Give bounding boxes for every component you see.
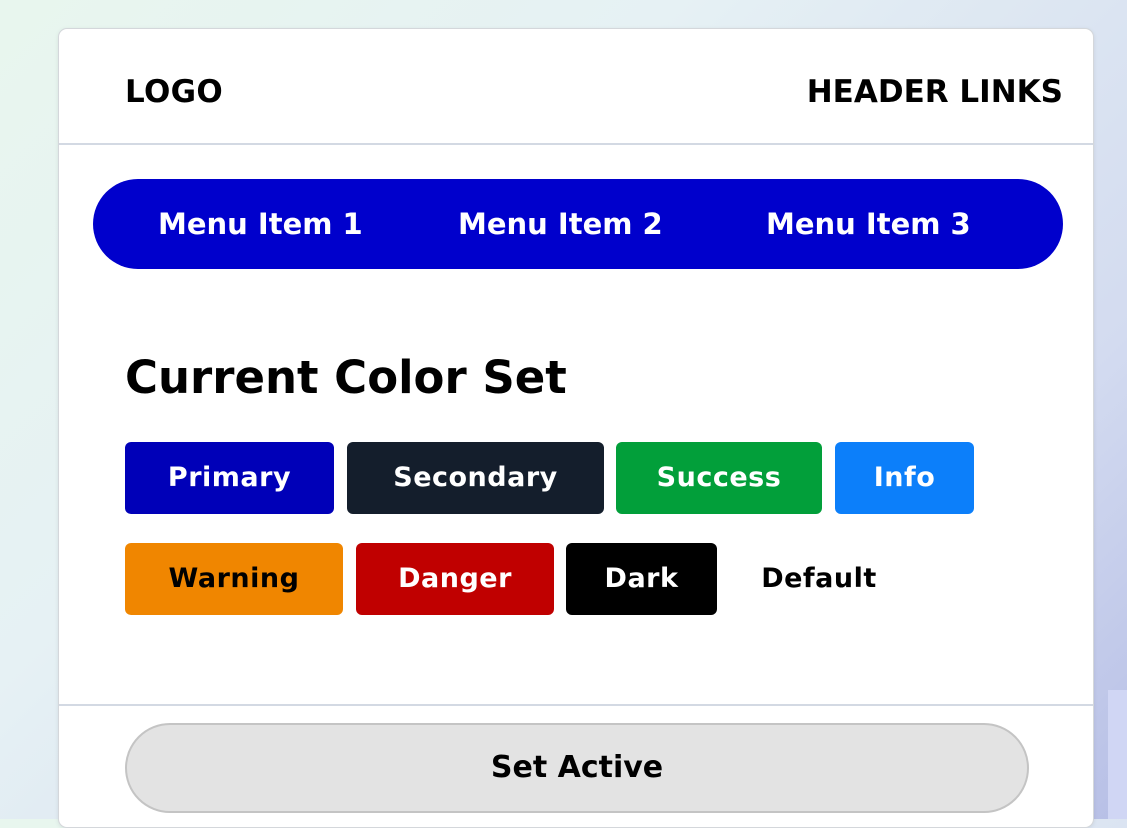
badge-default: Default bbox=[761, 563, 877, 594]
menu-item-2[interactable]: Menu Item 2 bbox=[458, 179, 663, 269]
background-band bbox=[1108, 690, 1127, 819]
badge-dark: Dark bbox=[566, 543, 717, 615]
menu-item-3[interactable]: Menu Item 3 bbox=[766, 179, 971, 269]
nav-menu-bar: Menu Item 1 Menu Item 2 Menu Item 3 bbox=[93, 179, 1063, 269]
logo[interactable]: LOGO bbox=[125, 74, 223, 110]
page-header: LOGO HEADER LINKS bbox=[59, 29, 1093, 145]
badge-info: Info bbox=[835, 442, 974, 514]
menu-item-1[interactable]: Menu Item 1 bbox=[158, 179, 363, 269]
badge-warning: Warning bbox=[125, 543, 343, 615]
badge-danger: Danger bbox=[356, 543, 554, 615]
footer-divider bbox=[59, 704, 1093, 706]
header-links[interactable]: HEADER LINKS bbox=[807, 74, 1063, 110]
color-set-card: LOGO HEADER LINKS Menu Item 1 Menu Item … bbox=[58, 28, 1094, 828]
set-active-button[interactable]: Set Active bbox=[125, 723, 1029, 813]
badge-secondary: Secondary bbox=[347, 442, 604, 514]
badge-success: Success bbox=[616, 442, 822, 514]
section-title: Current Color Set bbox=[125, 351, 567, 404]
badge-primary: Primary bbox=[125, 442, 334, 514]
